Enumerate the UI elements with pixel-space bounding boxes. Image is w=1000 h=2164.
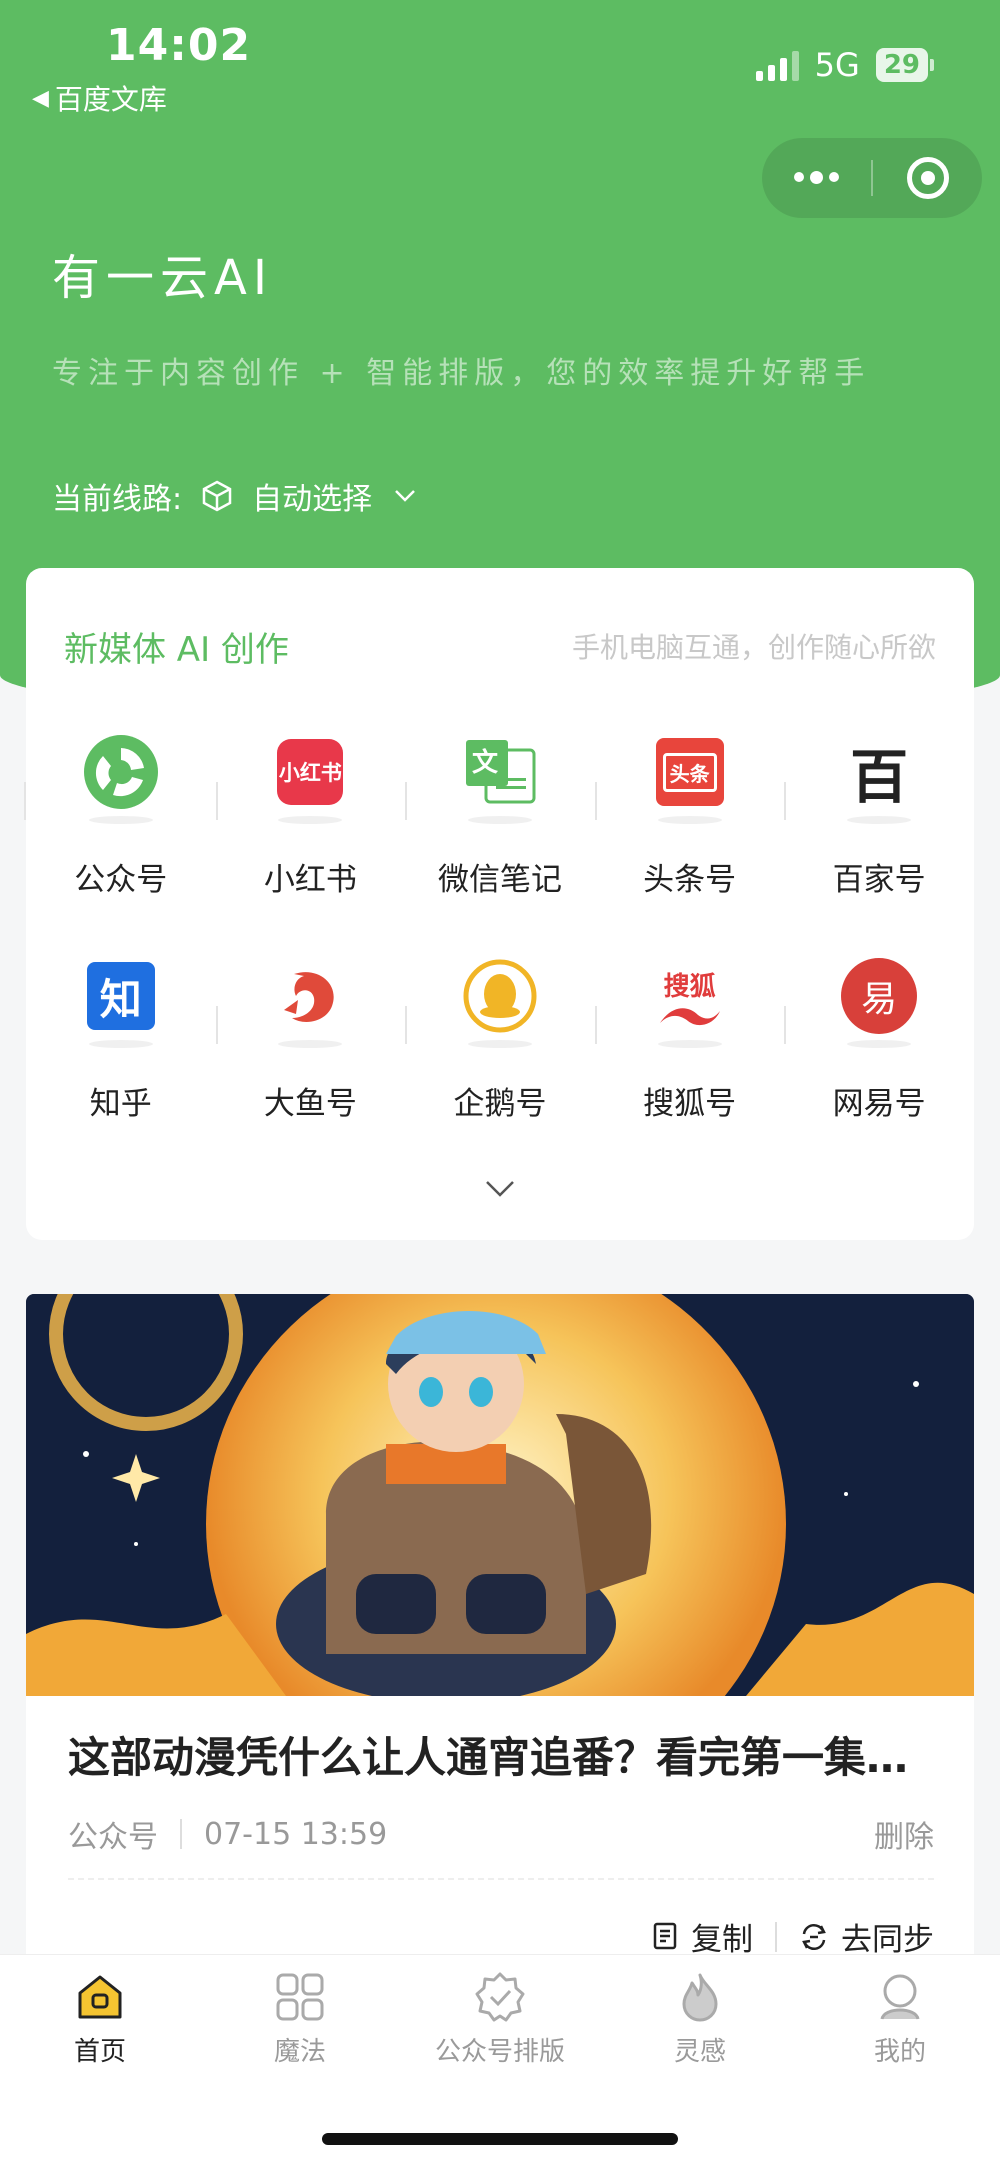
tab-label: 我的 [873,2037,926,2067]
platform-label: 小红书 [263,862,357,898]
miniprogram-capsule [762,138,982,218]
platform-label: 大鱼号 [263,1086,357,1122]
back-to-app-link[interactable]: ◀ 百度文库 [32,78,167,118]
status-indicators: 5G 29 [755,46,934,84]
signal-icon [755,49,799,81]
battery-level: 29 [875,48,928,82]
platform-toutiao[interactable]: 头条 头条号 [594,730,785,954]
app-title: 有一云AI [52,250,273,306]
platform-label: 百家号 [832,862,926,898]
back-triangle-icon: ◀ [32,85,49,111]
user-icon [880,1974,920,2020]
tab-home[interactable]: 首页 [0,1955,200,2095]
toutiao-icon: 头条 [648,730,732,824]
network-type: 5G [814,46,860,84]
platform-netease[interactable]: 易 网易号 [784,954,974,1178]
badge-check-icon [475,1972,525,2022]
platform-label: 公众号 [74,862,168,898]
zhihu-icon: 知 [79,954,163,1048]
platform-zhihu[interactable]: 知 知乎 [26,954,216,1178]
close-target-icon[interactable] [873,157,982,199]
route-value: 自动选择 [252,482,373,517]
back-app-label: 百度文库 [54,83,167,116]
card-tagline: 手机电脑互通，创作随心所欲 [571,631,936,664]
expand-chevron-icon[interactable] [485,1180,515,1198]
grid-icon [276,1973,324,2021]
app-subtitle: 专注于内容创作 + 智能排版，您的效率提升好帮手 [52,356,871,391]
article-meta: 公众号 07-15 13:59 [68,1812,387,1856]
article-time: 07-15 13:59 [204,1816,388,1852]
platform-baijiahao[interactable]: 百 百家号 [784,730,974,954]
tab-label: 灵感 [673,2037,726,2067]
platform-label: 知乎 [89,1086,152,1122]
article-cover-image [26,1294,974,1696]
copy-button[interactable]: 复制 [653,1914,753,1959]
tab-mine[interactable]: 我的 [800,1955,1000,2095]
platform-label: 企鹅号 [453,1086,547,1122]
copy-label: 复制 [691,1922,753,1958]
platform-label: 网易号 [832,1086,926,1122]
tab-layout[interactable]: 公众号排版 [400,1955,600,2095]
media-creation-card: 新媒体 AI 创作 手机电脑互通，创作随心所欲 公众号 小红书 小红书 文 微信… [24,568,974,1240]
chevron-down-icon [395,490,415,502]
more-dots-icon[interactable] [762,171,871,184]
wechat-note-icon: 文 [458,730,542,824]
wechat-official-icon [79,730,163,824]
article-card[interactable]: 这部动漫凭什么让人通宵追番？看完第一集就... 公众号 07-15 13:59 … [26,1294,974,1962]
sync-label: 去同步 [841,1922,934,1958]
platform-penguin[interactable]: 企鹅号 [405,954,595,1178]
xiaohongshu-icon: 小红书 [268,730,352,824]
sync-button[interactable]: 去同步 [799,1914,934,1959]
platform-wechat-official[interactable]: 公众号 [24,730,216,954]
status-time: 14:02 [106,20,252,71]
home-icon [78,1975,122,2019]
platform-label: 微信笔记 [437,862,562,898]
dayu-icon [268,954,352,1048]
sohu-icon: 搜狐 [648,954,732,1048]
copy-icon [653,1922,677,1949]
baijiahao-icon: 百 [837,730,921,824]
tab-label: 魔法 [273,2037,326,2067]
flame-icon [682,1973,718,2022]
tab-label: 首页 [73,2037,126,2067]
delete-button[interactable]: 删除 [874,1812,934,1856]
sync-icon [802,1923,826,1950]
tab-label: 公众号排版 [434,2037,565,2067]
platform-xiaohongshu[interactable]: 小红书 小红书 [215,730,406,954]
route-label: 当前线路: [52,482,183,517]
platform-grid: 公众号 小红书 小红书 文 微信笔记 头条 头条号 百 百家号 知 知乎 大鱼号… [24,730,974,1178]
platform-label: 搜狐号 [643,1086,737,1122]
penguin-icon [458,954,542,1048]
article-source: 公众号 [68,1820,158,1855]
tab-magic[interactable]: 魔法 [200,1955,400,2095]
card-title: 新媒体 AI 创作 [64,630,289,670]
platform-label: 头条号 [643,862,737,898]
home-indicator [322,2133,678,2145]
article-actions: 复制 去同步 [653,1914,934,1959]
platform-wechat-note[interactable]: 文 微信笔记 [405,730,595,954]
route-selector[interactable]: 当前线路: 自动选择 [52,474,416,518]
cube-icon [202,480,232,512]
divider [68,1878,934,1880]
platform-dayu[interactable]: 大鱼号 [215,954,406,1178]
netease-icon: 易 [837,954,921,1048]
tab-inspiration[interactable]: 灵感 [600,1955,800,2095]
platform-sohu[interactable]: 搜狐 搜狐号 [594,954,785,1178]
bottom-tab-bar: 首页 魔法 公众号排版 灵感 我的 [0,1954,1000,2164]
battery-icon: 29 [875,48,934,82]
article-title: 这部动漫凭什么让人通宵追番？看完第一集就... [68,1733,948,1782]
